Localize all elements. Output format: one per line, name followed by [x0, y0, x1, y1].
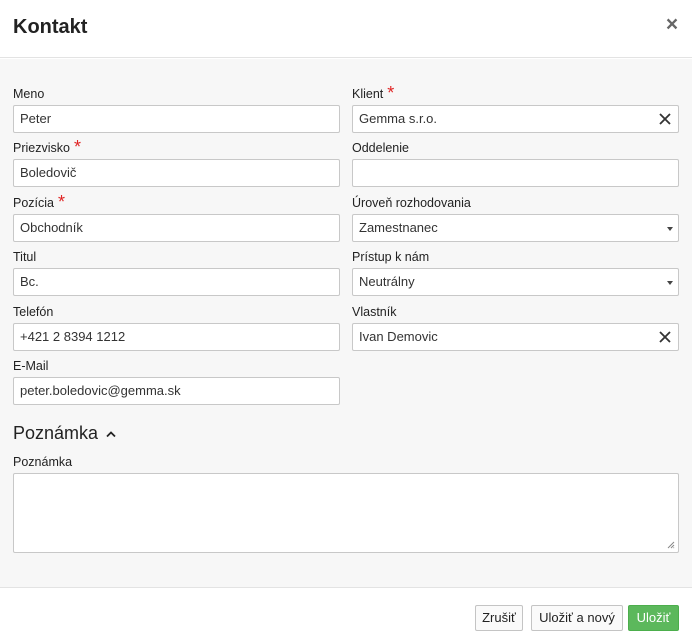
cancel-button[interactable]: Zrušiť — [475, 605, 523, 631]
klient-value: Gemma s.r.o. — [359, 111, 438, 126]
email-input[interactable]: peter.boledovic@gemma.sk — [13, 377, 340, 405]
vlastnik-value: Ivan Demovic — [359, 329, 438, 344]
required-mark: * — [387, 83, 395, 103]
caret-down-icon — [667, 227, 673, 231]
meno-field: Meno Peter — [13, 86, 340, 133]
required-mark: * — [58, 192, 66, 212]
dialog-body: Meno Peter Klient * Gemma s.r.o. Priezvis… — [0, 59, 692, 588]
chevron-up-icon — [106, 431, 116, 438]
meno-value: Peter — [20, 111, 52, 126]
email-value: peter.boledovic@gemma.sk — [20, 383, 181, 398]
pozicia-label: Pozícia — [13, 196, 54, 210]
dialog-footer: Zrušiť Uložiť a nový Uložiť — [0, 589, 692, 644]
titul-field: Titul Bc. — [13, 249, 340, 296]
telefon-field: Telefón +421 2 8394 1212 — [13, 304, 340, 351]
pristup-field: Prístup k nám Neutrálny — [352, 249, 679, 296]
telefon-input[interactable]: +421 2 8394 1212 — [13, 323, 340, 351]
pristup-value: Neutrálny — [359, 274, 415, 289]
dialog-header: Kontakt × — [0, 0, 692, 58]
pozicia-value: Obchodník — [20, 220, 83, 235]
oddelenie-field: Oddelenie — [352, 140, 679, 187]
klient-label: Klient — [352, 87, 384, 101]
klient-input[interactable]: Gemma s.r.o. — [352, 105, 679, 133]
vlastnik-input[interactable]: Ivan Demovic — [352, 323, 679, 351]
pristup-label: Prístup k nám — [352, 250, 430, 264]
oddelenie-input[interactable] — [352, 159, 679, 187]
save-button[interactable]: Uložiť — [628, 605, 679, 631]
titul-input[interactable]: Bc. — [13, 268, 340, 296]
telefon-label: Telefón — [13, 305, 54, 319]
pozicia-input[interactable]: Obchodník — [13, 214, 340, 242]
email-label: E-Mail — [13, 359, 49, 373]
meno-input[interactable]: Peter — [13, 105, 340, 133]
clear-icon[interactable] — [658, 112, 672, 126]
required-mark: * — [73, 137, 81, 157]
resize-grip-icon[interactable] — [667, 541, 675, 549]
dialog-title: Kontakt — [13, 16, 88, 38]
note-label: Poznámka — [13, 455, 73, 469]
vlastnik-field: Vlastník Ivan Demovic — [352, 304, 679, 351]
uroven-select[interactable]: Zamestnanec — [352, 214, 679, 242]
email-field: E-Mail peter.boledovic@gemma.sk — [13, 358, 340, 405]
uroven-label: Úroveň rozhodovania — [352, 196, 471, 210]
oddelenie-label: Oddelenie — [352, 141, 409, 155]
uroven-field: Úroveň rozhodovania Zamestnanec — [352, 195, 679, 242]
note-textarea[interactable] — [13, 473, 679, 553]
note-field: Poznámka — [13, 454, 679, 553]
klient-field: Klient * Gemma s.r.o. — [352, 83, 679, 133]
pristup-select[interactable]: Neutrálny — [352, 268, 679, 296]
clear-icon[interactable] — [658, 330, 672, 344]
save-and-new-button[interactable]: Uložiť a nový — [531, 605, 623, 631]
priezvisko-label: Priezvisko — [13, 141, 70, 155]
pozicia-field: Pozícia * Obchodník — [13, 192, 340, 242]
titul-value: Bc. — [20, 274, 39, 289]
telefon-value: +421 2 8394 1212 — [20, 329, 126, 344]
klient-label-row: Klient * — [352, 83, 679, 103]
close-icon[interactable]: × — [664, 14, 680, 36]
priezvisko-label-row: Priezvisko * — [13, 137, 340, 157]
vlastnik-label: Vlastník — [352, 305, 397, 319]
meno-label: Meno — [13, 87, 45, 101]
pozicia-label-row: Pozícia * — [13, 192, 340, 212]
caret-down-icon — [667, 281, 673, 285]
priezvisko-value: Boledovič — [20, 165, 77, 180]
uroven-value: Zamestnanec — [359, 220, 438, 235]
titul-label: Titul — [13, 250, 37, 264]
priezvisko-field: Priezvisko * Boledovič — [13, 137, 340, 187]
note-section-title: Poznámka — [13, 423, 99, 443]
note-section-toggle[interactable]: Poznámka — [13, 422, 116, 444]
priezvisko-input[interactable]: Boledovič — [13, 159, 340, 187]
